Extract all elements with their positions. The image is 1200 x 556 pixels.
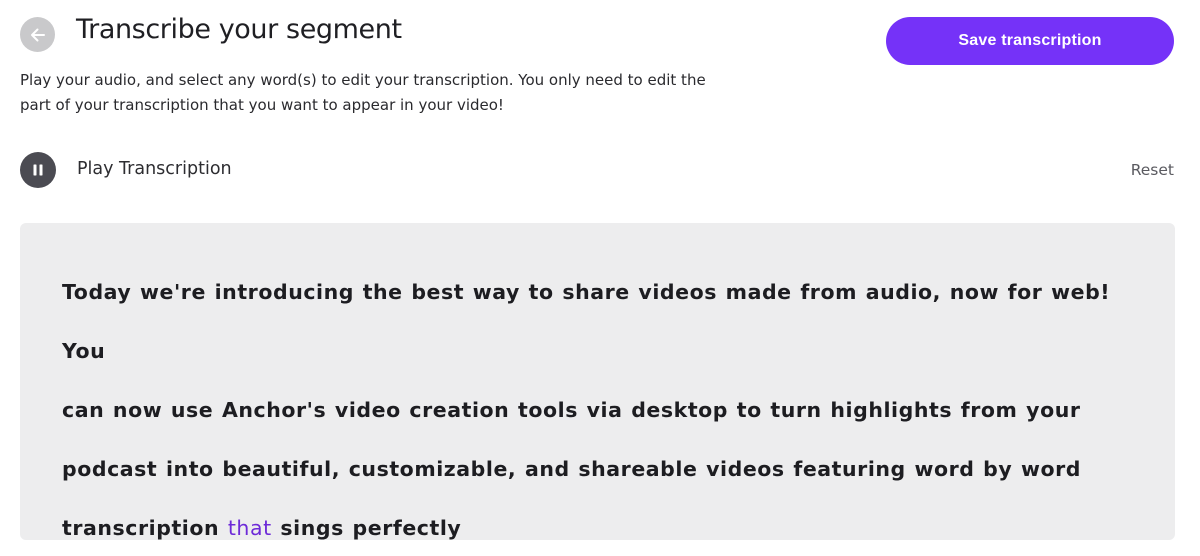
transcript-word[interactable]: podcast — [62, 457, 157, 481]
transcript-word[interactable]: from — [961, 398, 1018, 422]
instructions-line: Play your audio, and select any word(s) … — [20, 71, 706, 89]
transcript-word[interactable]: your — [1026, 398, 1080, 422]
transcript-word[interactable]: way — [473, 280, 520, 304]
instructions-text: Play your audio, and select any word(s) … — [20, 68, 780, 117]
transcript-panel: Today we're introducing the best way to … — [20, 223, 1175, 540]
transcript-word[interactable]: that — [228, 516, 272, 540]
transcript-word[interactable]: transcription — [62, 516, 219, 540]
pause-icon — [33, 164, 43, 176]
back-button[interactable] — [20, 17, 55, 52]
transcript-word[interactable]: web! — [1051, 280, 1110, 304]
transcript-word[interactable]: tools — [518, 398, 578, 422]
transcript-word[interactable]: word — [914, 457, 974, 481]
transcript-word[interactable]: for — [1008, 280, 1043, 304]
transcript-line: can now use Anchor's video creation tool… — [62, 381, 1142, 440]
transcript-line: podcast into beautiful, customizable, an… — [62, 440, 1142, 499]
transcript-word[interactable]: best — [411, 280, 464, 304]
transcript-line: Today we're introducing the best way to … — [62, 263, 1142, 381]
transcript-word[interactable]: featuring — [793, 457, 905, 481]
transcript-word[interactable]: Today — [62, 280, 131, 304]
transcript-text: Today we're introducing the best way to … — [62, 263, 1142, 556]
transcript-word[interactable]: creation — [409, 398, 509, 422]
transcript-word[interactable]: made — [726, 280, 792, 304]
transcript-word[interactable]: customizable, — [349, 457, 517, 481]
transcript-word[interactable]: word — [1021, 457, 1081, 481]
transcript-word[interactable]: via — [587, 398, 623, 422]
instructions-line: part of your transcription that you want… — [20, 95, 504, 114]
transcript-word[interactable]: shareable — [578, 457, 697, 481]
transcript-word[interactable]: desktop — [631, 398, 728, 422]
play-pause-button[interactable] — [20, 152, 56, 188]
transcript-word[interactable]: now — [950, 280, 999, 304]
transcript-word[interactable]: beautiful, — [222, 457, 340, 481]
transcript-word[interactable]: now — [113, 398, 162, 422]
transcript-word[interactable]: we're — [140, 280, 206, 304]
transcript-word[interactable]: Anchor's — [222, 398, 326, 422]
transcript-word[interactable]: videos — [706, 457, 785, 481]
save-transcription-button[interactable]: Save transcription — [886, 17, 1174, 65]
transcript-word[interactable]: highlights — [830, 398, 952, 422]
transcript-word[interactable]: share — [562, 280, 629, 304]
transcript-word[interactable]: turn — [770, 398, 821, 422]
transcript-word[interactable]: introducing — [215, 280, 354, 304]
transcript-word[interactable]: and — [525, 457, 570, 481]
transcript-word[interactable]: can — [62, 398, 104, 422]
transcript-word[interactable]: to — [737, 398, 762, 422]
transcribe-page: Transcribe your segment Save transcripti… — [0, 0, 1200, 556]
transcript-word[interactable]: into — [166, 457, 214, 481]
page-title: Transcribe your segment — [76, 14, 402, 45]
transcript-word[interactable]: You — [62, 339, 105, 363]
reset-button[interactable]: Reset — [1131, 161, 1174, 179]
transcript-word[interactable]: video — [335, 398, 401, 422]
transcript-word[interactable]: the — [363, 280, 403, 304]
transcript-word[interactable]: perfectly — [353, 516, 462, 540]
arrow-left-icon — [30, 28, 45, 41]
transcript-word[interactable]: audio, — [866, 280, 941, 304]
transcript-word[interactable]: to — [529, 280, 554, 304]
transcript-word[interactable]: use — [171, 398, 213, 422]
transcript-word[interactable]: sings — [280, 516, 343, 540]
transcript-word[interactable]: videos — [638, 280, 717, 304]
transcript-word[interactable]: from — [800, 280, 857, 304]
play-transcription-label: Play Transcription — [77, 159, 232, 179]
transcript-word[interactable]: by — [983, 457, 1012, 481]
transcript-line: transcription that sings perfectly — [62, 499, 1142, 556]
